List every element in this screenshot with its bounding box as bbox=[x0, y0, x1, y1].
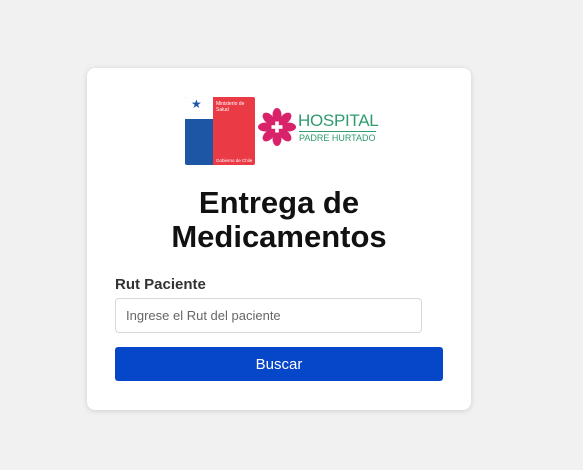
search-button[interactable]: Buscar bbox=[115, 347, 443, 381]
page-title: Entrega de Medicamentos bbox=[171, 185, 387, 254]
ministry-text: Ministerio de Salud bbox=[216, 101, 245, 113]
star-icon: ★ bbox=[191, 97, 202, 111]
logo-row: ★ Ministerio de Salud Gobierno de Chile bbox=[185, 97, 379, 165]
ministry-of-health-logo: ★ Ministerio de Salud Gobierno de Chile bbox=[185, 97, 255, 165]
hospital-flower-icon bbox=[258, 108, 296, 146]
hospital-subtitle: PADRE HURTADO bbox=[299, 131, 376, 143]
rut-label: Rut Paciente bbox=[115, 276, 206, 293]
government-text: Gobierno de Chile bbox=[216, 158, 253, 163]
rut-input[interactable] bbox=[115, 298, 422, 333]
login-card: ★ Ministerio de Salud Gobierno de Chile bbox=[87, 68, 471, 410]
hospital-name: HOSPITAL bbox=[298, 111, 379, 130]
